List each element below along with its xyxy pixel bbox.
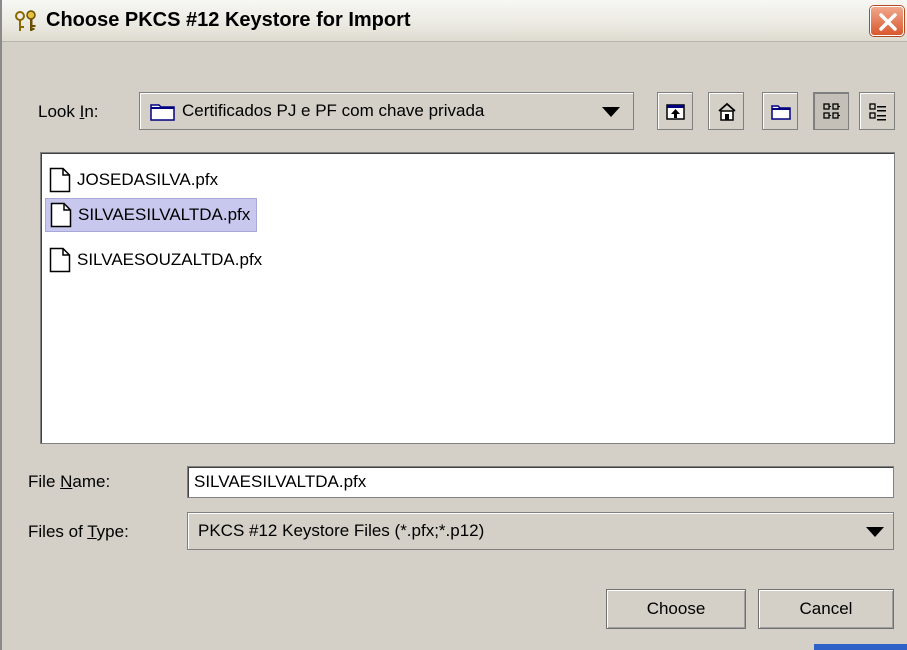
title-bar[interactable]: Choose PKCS #12 Keystore for Import [2, 0, 907, 42]
cancel-button[interactable]: Cancel [758, 589, 894, 629]
lookin-label-prefix: Look [38, 102, 80, 121]
choose-button[interactable]: Choose [606, 589, 746, 629]
file-name: SILVAESILVALTDA.pfx [78, 205, 251, 224]
close-icon [879, 13, 897, 31]
filetype-label: Files of Type: [28, 522, 129, 542]
file-item[interactable]: JOSEDASILVA.pfx [45, 163, 224, 197]
list-view-icon [823, 103, 840, 119]
lookin-value: Certificados PJ e PF com chave privada [182, 101, 485, 120]
filename-label: File Name: [28, 472, 110, 492]
details-view-icon [869, 103, 886, 121]
keystore-keys-icon [15, 10, 36, 31]
new-folder-button[interactable] [762, 92, 798, 130]
filetype-label-suffix: ype: [96, 522, 129, 541]
filename-label-prefix: File [28, 472, 61, 491]
file-item-selected[interactable]: SILVAESILVALTDA.pfx [45, 198, 258, 232]
filetype-label-mnemonic: T [87, 522, 97, 541]
home-icon [718, 102, 736, 121]
filename-input[interactable]: SILVAESILVALTDA.pfx [187, 466, 894, 498]
underlying-window-edge [814, 644, 907, 650]
file-icon [49, 247, 71, 273]
lookin-label: Look In: [38, 102, 99, 122]
file-icon [49, 167, 71, 193]
file-name: JOSEDASILVA.pfx [77, 170, 219, 189]
filename-label-mnemonic: N [60, 472, 73, 491]
lookin-label-suffix: n: [84, 102, 99, 121]
close-window-button[interactable] [870, 6, 904, 36]
dropdown-arrow-icon [602, 107, 620, 117]
new-folder-icon [771, 105, 791, 120]
file-name: SILVAESOUZALTDA.pfx [77, 250, 263, 269]
home-button[interactable] [708, 92, 744, 130]
filetype-label-prefix: Files of [28, 522, 88, 541]
window-title: Choose PKCS #12 Keystore for Import [46, 9, 411, 31]
up-one-level-icon [666, 104, 685, 120]
details-view-button[interactable] [859, 92, 895, 130]
dropdown-arrow-icon [866, 527, 884, 537]
file-list[interactable]: JOSEDASILVA.pfx SILVAESILVALTDA.pfx SILV… [40, 152, 895, 444]
filetype-value: PKCS #12 Keystore Files (*.pfx;*.p12) [198, 521, 485, 540]
list-view-button[interactable] [813, 92, 849, 130]
up-one-level-button[interactable] [657, 92, 693, 130]
lookin-combobox[interactable]: Certificados PJ e PF com chave privada [139, 92, 634, 130]
folder-icon [150, 104, 175, 121]
filename-label-suffix: ame: [72, 472, 111, 491]
filetype-combobox[interactable]: PKCS #12 Keystore Files (*.pfx;*.p12) [187, 512, 894, 550]
file-item[interactable]: SILVAESOUZALTDA.pfx [45, 243, 268, 277]
file-icon [50, 202, 72, 228]
file-chooser-dialog: Choose PKCS #12 Keystore for Import Look… [0, 0, 907, 650]
